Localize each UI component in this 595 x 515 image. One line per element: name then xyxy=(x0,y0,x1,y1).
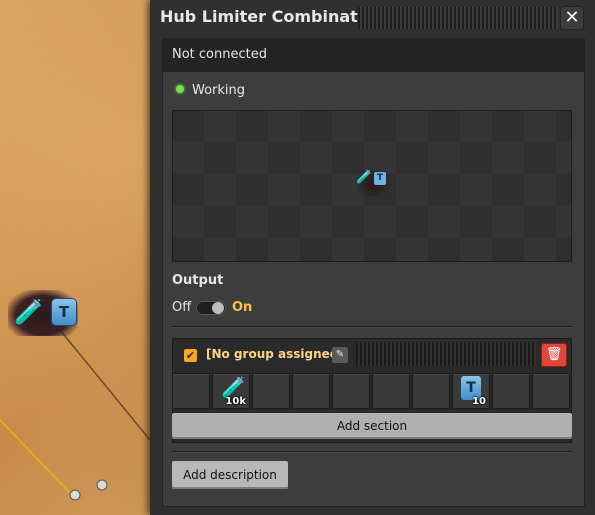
pole-top-2 xyxy=(96,479,108,491)
orange-wire xyxy=(0,419,73,496)
section-header: ✔ [No group assigned] ✎ 🗑 xyxy=(172,338,572,372)
output-toggle[interactable] xyxy=(196,301,226,315)
t-signal-icon: T xyxy=(374,172,386,185)
combinator-entity[interactable]: 🧪 T xyxy=(8,290,78,336)
entity-status-label: Working xyxy=(192,83,246,98)
pole-top xyxy=(69,489,81,501)
switch-on-label: On xyxy=(232,300,253,315)
slot-count: 10 xyxy=(472,396,486,407)
signal-slot[interactable] xyxy=(372,373,410,409)
signal-section: ✔ [No group assigned] ✎ 🗑 🧪 10k T 10 Add… xyxy=(172,338,572,443)
pencil-icon: ✎ xyxy=(335,349,345,360)
delete-section-button[interactable]: 🗑 xyxy=(541,343,567,367)
signal-slot[interactable] xyxy=(332,373,370,409)
signal-slot[interactable] xyxy=(292,373,330,409)
section-enabled-checkbox[interactable]: ✔ xyxy=(184,349,197,362)
section-drag-handle[interactable] xyxy=(356,343,536,367)
slot-count: 10k xyxy=(225,396,246,407)
group-name: [No group assigned] xyxy=(206,347,344,361)
window-content: Not connected Working 🧪 T Output Off On … xyxy=(162,38,585,507)
add-description-button[interactable]: Add description xyxy=(172,461,288,489)
signal-slot[interactable]: T 10 xyxy=(452,373,490,409)
science-pack-icon: 🧪 xyxy=(14,298,44,326)
signal-slot[interactable] xyxy=(172,373,210,409)
close-icon: ✕ xyxy=(564,7,580,28)
window-title: Hub Limiter Combinator xyxy=(160,7,377,26)
signal-slot[interactable]: 🧪 10k xyxy=(212,373,250,409)
signal-slot[interactable] xyxy=(532,373,570,409)
check-icon: ✔ xyxy=(185,349,196,362)
divider xyxy=(172,451,572,453)
entity-status: Working xyxy=(176,83,245,98)
dark-wire xyxy=(59,329,150,441)
signal-slot[interactable] xyxy=(492,373,530,409)
world-wires xyxy=(0,329,150,501)
signal-slot[interactable] xyxy=(412,373,450,409)
signal-slots: 🧪 10k T 10 xyxy=(172,373,572,411)
science-pack-icon: 🧪 xyxy=(356,170,373,185)
window-titlebar[interactable]: Hub Limiter Combinator ✕ xyxy=(150,0,595,38)
switch-off-label: Off xyxy=(172,300,192,315)
combinator-window: Hub Limiter Combinator ✕ Not connected W… xyxy=(150,0,595,515)
signal-slot[interactable] xyxy=(252,373,290,409)
trash-icon: 🗑 xyxy=(545,347,563,362)
toggle-knob xyxy=(212,302,224,314)
drag-handle[interactable] xyxy=(358,7,558,29)
connection-status: Not connected xyxy=(172,47,267,62)
divider xyxy=(172,326,572,328)
close-button[interactable]: ✕ xyxy=(560,6,584,30)
status-indicator-icon xyxy=(176,85,184,93)
t-signal-icon: T xyxy=(52,299,76,325)
preview-entity: 🧪 T xyxy=(356,168,390,196)
output-heading: Output xyxy=(172,273,224,288)
edit-group-button[interactable]: ✎ xyxy=(332,347,348,363)
connection-status-bar: Not connected xyxy=(162,38,585,72)
entity-preview[interactable]: 🧪 T xyxy=(172,110,572,262)
add-section-button[interactable]: Add section xyxy=(172,413,572,439)
